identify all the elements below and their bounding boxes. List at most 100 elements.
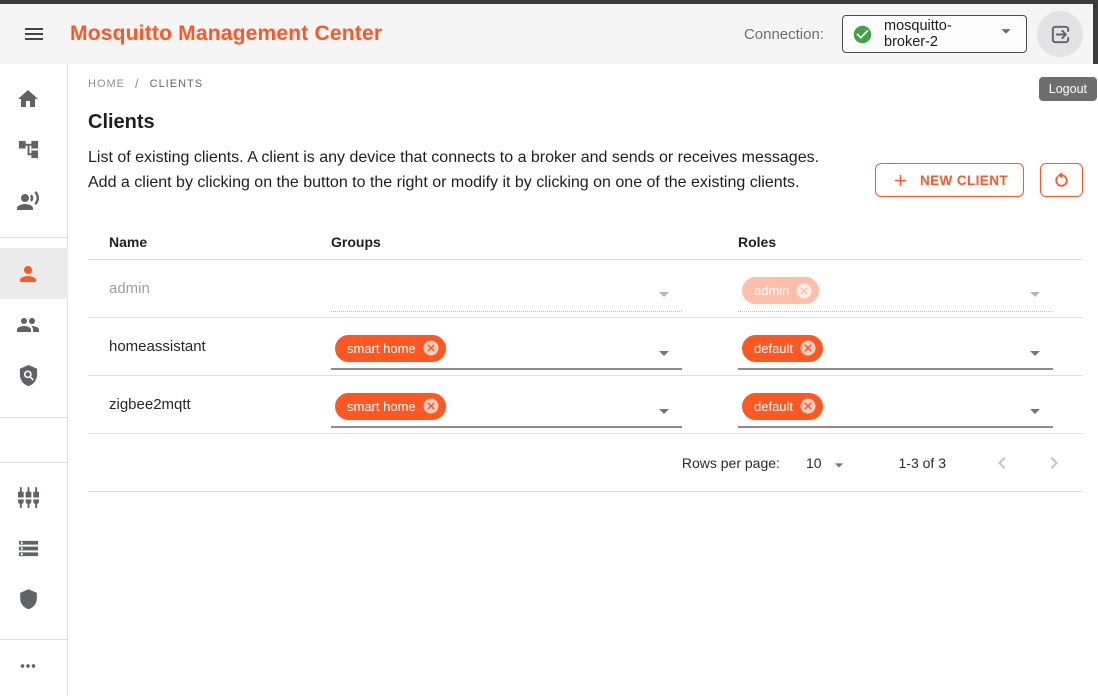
chevron-down-icon xyxy=(995,20,1017,42)
home-icon xyxy=(16,87,40,111)
role-chips: default xyxy=(738,393,823,420)
table-header-row: Name Groups Roles xyxy=(88,224,1083,260)
client-person-icon xyxy=(16,262,40,286)
next-page-button[interactable] xyxy=(1042,451,1066,475)
check-circle-icon xyxy=(852,24,873,45)
chip-delete-icon[interactable] xyxy=(795,282,813,300)
plus-icon xyxy=(891,171,910,190)
chip-label: smart home xyxy=(347,399,416,414)
chip-label: smart home xyxy=(347,341,416,356)
breadcrumb-separator: / xyxy=(135,76,140,91)
logout-tooltip: Logout xyxy=(1039,77,1097,101)
group-chip[interactable]: smart home xyxy=(335,335,446,362)
chip-label: default xyxy=(754,399,793,414)
topology-icon xyxy=(17,138,40,161)
sidebar-item-security[interactable] xyxy=(0,574,68,625)
roles-select[interactable]: default xyxy=(738,329,1053,370)
app-title: Mosquitto Management Center xyxy=(70,22,382,46)
page-title: Clients xyxy=(88,111,1083,134)
new-client-label: NEW CLIENT xyxy=(920,173,1008,188)
settings-sliders-icon xyxy=(17,486,40,509)
chevron-down-icon xyxy=(652,282,676,306)
sidebar-item-streams[interactable] xyxy=(0,523,68,574)
role-chips: admin xyxy=(738,277,819,304)
connections-icon xyxy=(16,189,40,213)
table-row[interactable]: homeassistant smart home default xyxy=(88,318,1083,376)
roles-select[interactable]: default xyxy=(738,387,1053,428)
sidebar xyxy=(0,64,68,696)
chevron-down-icon xyxy=(652,399,676,423)
groups-select[interactable]: smart home xyxy=(331,387,682,428)
client-name: zigbee2mqtt xyxy=(109,396,191,413)
rows-per-page-select[interactable]: 10 xyxy=(806,455,822,471)
chip-delete-icon[interactable] xyxy=(422,339,440,357)
roles-shield-search-icon xyxy=(17,364,40,387)
chevron-down-icon xyxy=(1023,399,1047,423)
column-header-groups: Groups xyxy=(310,234,717,250)
column-header-roles: Roles xyxy=(717,234,1083,250)
table-row[interactable]: zigbee2mqtt smart home default xyxy=(88,376,1083,434)
client-name: homeassistant xyxy=(109,338,206,355)
sidebar-item-settings[interactable] xyxy=(0,472,68,523)
clients-table: Name Groups Roles admin admin homeass xyxy=(88,224,1083,492)
more-ellipsis-icon xyxy=(17,655,39,677)
chevron-down-icon[interactable] xyxy=(829,455,849,475)
table-body: admin admin homeassistant smart home xyxy=(88,260,1083,434)
main-content: HOME / CLIENTS Clients List of existing … xyxy=(88,64,1083,492)
chip-label: admin xyxy=(754,283,789,298)
table-row[interactable]: admin admin xyxy=(88,260,1083,318)
pagination-bar: Rows per page: 10 1-3 of 3 xyxy=(88,434,1083,492)
connection-label: Connection: xyxy=(744,26,824,43)
sidebar-item-roles[interactable] xyxy=(0,350,68,401)
role-chip[interactable]: default xyxy=(742,393,823,420)
column-header-name: Name xyxy=(88,234,310,250)
header-scrollbar[interactable] xyxy=(1093,0,1098,64)
role-chip[interactable]: admin xyxy=(742,277,819,304)
sidebar-item-connections[interactable] xyxy=(0,175,68,226)
sidebar-spacer xyxy=(0,418,67,462)
sidebar-divider xyxy=(0,462,68,463)
chip-delete-icon[interactable] xyxy=(799,339,817,357)
sidebar-item-home[interactable] xyxy=(0,73,68,124)
sidebar-item-groups[interactable] xyxy=(0,299,68,350)
groups-select[interactable] xyxy=(331,270,682,312)
exit-to-app-icon xyxy=(1049,23,1072,46)
sidebar-divider xyxy=(0,237,68,238)
security-shield-check-icon xyxy=(17,588,40,611)
chip-delete-icon[interactable] xyxy=(422,397,440,415)
hamburger-menu-icon[interactable] xyxy=(16,16,52,52)
previous-page-button[interactable] xyxy=(990,451,1014,475)
breadcrumb: HOME / CLIENTS xyxy=(88,76,1083,91)
refresh-button[interactable] xyxy=(1040,163,1083,197)
top-accent-bar xyxy=(0,0,1098,4)
sidebar-item-topology[interactable] xyxy=(0,124,68,175)
group-chips: smart home xyxy=(331,393,446,420)
connection-select[interactable]: mosquitto-broker-2 xyxy=(842,15,1027,53)
role-chips: default xyxy=(738,335,823,362)
roles-select[interactable]: admin xyxy=(738,270,1053,312)
sidebar-item-more[interactable] xyxy=(0,640,68,691)
rotate-left-refresh-icon xyxy=(1051,170,1072,191)
app-header: Mosquitto Management Center Connection: … xyxy=(0,4,1098,64)
logout-button[interactable] xyxy=(1037,11,1083,57)
client-name: admin xyxy=(109,280,150,297)
groups-people-icon xyxy=(16,313,40,337)
sidebar-item-clients[interactable] xyxy=(0,248,68,299)
breadcrumb-home-link[interactable]: HOME xyxy=(88,78,125,90)
page-description: List of existing clients. A client is an… xyxy=(88,145,830,195)
groups-select[interactable]: smart home xyxy=(331,329,682,370)
rows-per-page-label: Rows per page: xyxy=(682,455,780,471)
breadcrumb-current: CLIENTS xyxy=(150,78,203,90)
group-chip[interactable]: smart home xyxy=(335,393,446,420)
chip-delete-icon[interactable] xyxy=(799,397,817,415)
new-client-button[interactable]: NEW CLIENT xyxy=(875,163,1024,197)
connection-value: mosquitto-broker-2 xyxy=(884,18,995,50)
chevron-down-icon xyxy=(1023,282,1047,306)
chevron-down-icon xyxy=(652,341,676,365)
role-chip[interactable]: default xyxy=(742,335,823,362)
chevron-down-icon xyxy=(1023,341,1047,365)
chip-label: default xyxy=(754,341,793,356)
group-chips: smart home xyxy=(331,335,446,362)
streams-storage-icon xyxy=(17,537,40,560)
pagination-range: 1-3 of 3 xyxy=(899,455,946,471)
